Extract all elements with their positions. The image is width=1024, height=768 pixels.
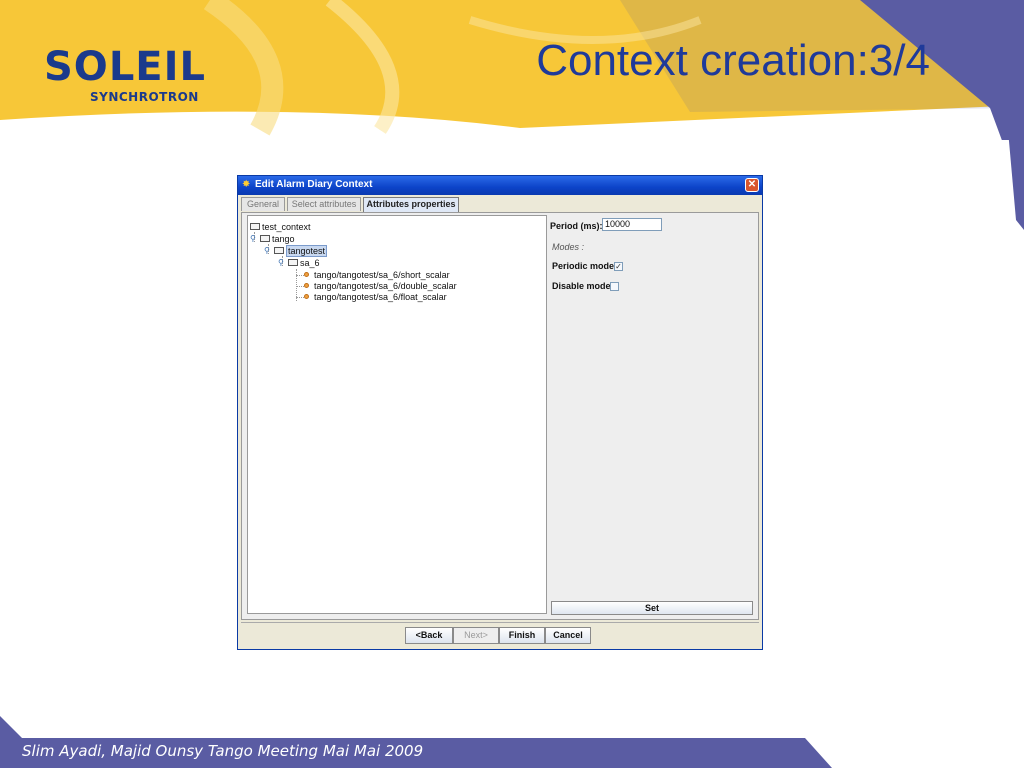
attribute-leaf-icon bbox=[304, 272, 309, 277]
app-icon: ✸ bbox=[242, 179, 251, 190]
next-button[interactable]: Next> bbox=[453, 627, 499, 644]
tree-connector bbox=[296, 275, 304, 276]
tab-select-attributes[interactable]: Select attributes bbox=[287, 197, 361, 211]
slide-side-accent bbox=[1008, 130, 1024, 230]
finish-button[interactable]: Finish bbox=[499, 627, 545, 644]
attribute-leaf-icon bbox=[304, 294, 309, 299]
folder-icon bbox=[260, 235, 270, 242]
period-label: Period (ms):* bbox=[550, 221, 607, 231]
tree-leaf-label: tango/tangotest/sa_6/float_scalar bbox=[314, 292, 447, 302]
periodic-mode-checkbox[interactable]: ✓ bbox=[614, 262, 623, 271]
window-titlebar[interactable]: ✸ Edit Alarm Diary Context ✕ bbox=[238, 176, 762, 195]
soleil-logo: SOLEIL SYNCHROTRON bbox=[44, 38, 206, 108]
footer-corner-accent bbox=[0, 716, 24, 740]
tree-node-test-context[interactable]: test_context bbox=[250, 221, 311, 233]
tab-attributes-properties[interactable]: Attributes properties bbox=[363, 197, 459, 212]
close-icon: ✕ bbox=[747, 179, 757, 190]
tab-general[interactable]: General bbox=[241, 197, 285, 211]
periodic-mode-label: Periodic mode bbox=[552, 261, 615, 271]
disable-mode-checkbox[interactable] bbox=[610, 282, 619, 291]
disable-mode-label: Disable mode bbox=[552, 281, 611, 291]
tree-connector bbox=[296, 286, 304, 287]
logo-sub-text: SYNCHROTRON bbox=[90, 90, 199, 104]
tree-node-label: test_context bbox=[262, 222, 311, 232]
expand-handle-icon[interactable]: ⚲ bbox=[278, 257, 285, 269]
tree-connector bbox=[296, 297, 304, 298]
edit-alarm-diary-context-dialog: ✸ Edit Alarm Diary Context ✕ General Sel… bbox=[237, 175, 763, 650]
tree-node-label: tango bbox=[272, 234, 295, 244]
tree-leaf-float-scalar[interactable]: tango/tangotest/sa_6/float_scalar bbox=[304, 291, 447, 303]
expand-handle-icon[interactable]: ⚲ bbox=[264, 245, 271, 257]
tree-node-tangotest[interactable]: ⚲ tangotest bbox=[264, 245, 328, 257]
tree-node-label: sa_6 bbox=[300, 258, 320, 268]
back-button[interactable]: <Back bbox=[405, 627, 453, 644]
folder-icon bbox=[250, 223, 260, 230]
cancel-button[interactable]: Cancel bbox=[545, 627, 591, 644]
wizard-button-bar: <Back Next> Finish Cancel bbox=[241, 622, 759, 647]
slide-footer-text: Slim Ayadi, Majid Ounsy Tango Meeting Ma… bbox=[22, 742, 424, 760]
folder-icon bbox=[274, 247, 284, 254]
folder-icon bbox=[288, 259, 298, 266]
window-title: Edit Alarm Diary Context bbox=[255, 179, 373, 190]
tree-node-sa-6[interactable]: ⚲ sa_6 bbox=[278, 257, 320, 269]
tree-node-tango[interactable]: ⚲ tango bbox=[250, 233, 295, 245]
close-button[interactable]: ✕ bbox=[745, 178, 759, 192]
period-input[interactable]: 10000 bbox=[602, 218, 662, 231]
set-button[interactable]: Set bbox=[551, 601, 753, 615]
expand-handle-icon[interactable]: ⚲ bbox=[250, 233, 257, 245]
logo-main-text: SOLEIL bbox=[44, 44, 206, 90]
slide-title: Context creation:3/4 bbox=[536, 36, 930, 85]
attribute-leaf-icon bbox=[304, 283, 309, 288]
modes-label: Modes : bbox=[552, 242, 585, 252]
tree-node-label-selected: tangotest bbox=[286, 245, 328, 257]
attribute-tree[interactable]: test_context ⚲ tango ⚲ tangotest ⚲ sa_6 tan… bbox=[247, 215, 547, 614]
checkmark-icon: ✓ bbox=[615, 262, 622, 271]
tab-content-panel: test_context ⚲ tango ⚲ tangotest ⚲ sa_6 tan… bbox=[241, 212, 759, 620]
attribute-properties-panel: Period (ms):* 10000 Modes : Periodic mod… bbox=[550, 215, 756, 615]
